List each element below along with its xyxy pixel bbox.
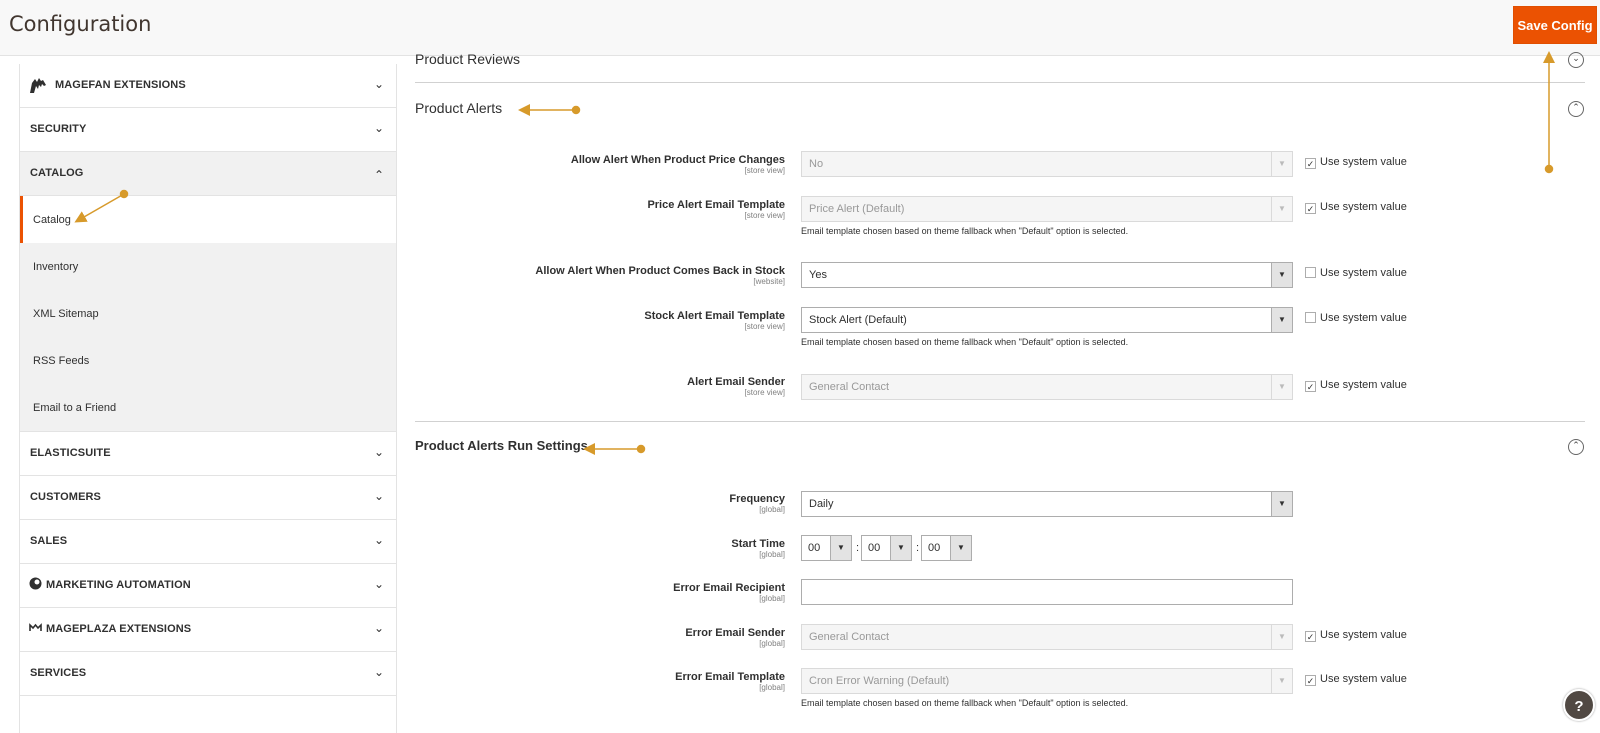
arrow-catalog [74, 189, 129, 223]
help-button[interactable]: ? [1563, 689, 1595, 721]
arrow-run-settings [583, 443, 646, 455]
arrow-save-config [1543, 51, 1555, 174]
arrow-product-alerts [518, 104, 581, 116]
annotation-arrows [74, 51, 1555, 455]
